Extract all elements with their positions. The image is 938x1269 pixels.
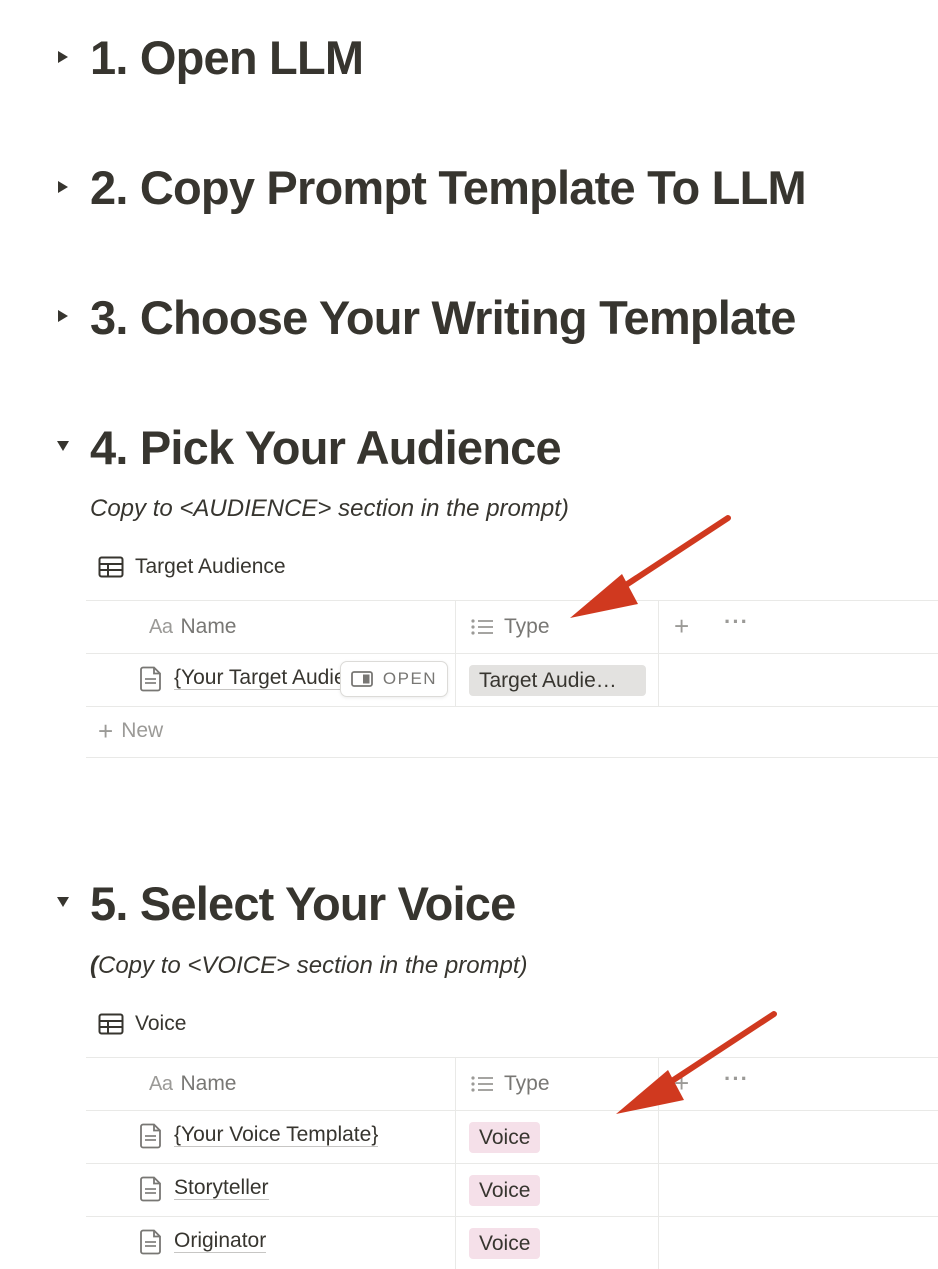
voice-database-title[interactable]: Voice	[98, 1012, 186, 1036]
table-header-row: Aa Name Type + ···	[86, 1057, 938, 1110]
audience-subtitle: Copy to <AUDIENCE> section in the prompt…	[90, 495, 569, 522]
add-property-button[interactable]: +	[674, 1068, 689, 1099]
new-button[interactable]: + New	[98, 716, 163, 746]
toggle-section-1[interactable]	[54, 48, 72, 66]
table-icon	[98, 1013, 124, 1035]
table-header-row: Aa Name Type + ···	[86, 600, 938, 653]
text-property-icon: Aa	[149, 1072, 173, 1095]
triangle-right-icon	[58, 51, 68, 63]
triangle-right-icon	[58, 310, 68, 322]
toggle-section-4[interactable]	[54, 437, 72, 455]
column-header-name[interactable]: Aa Name	[149, 615, 237, 639]
column-header-type[interactable]: Type	[470, 615, 550, 639]
text-property-icon: Aa	[149, 615, 173, 638]
table-row[interactable]: Storyteller Voice	[86, 1163, 938, 1216]
list-icon	[471, 619, 493, 635]
heading-section-2: 2. Copy Prompt Template To LLM	[90, 161, 807, 214]
audience-table: Aa Name Type + ··· {Your Target Audience…	[86, 600, 938, 758]
voice-subtitle: (Copy to <VOICE> section in the prompt)	[90, 952, 528, 979]
page-icon	[140, 1176, 161, 1202]
row-name[interactable]: Storyteller	[174, 1177, 269, 1200]
type-tag: Voice	[469, 1175, 541, 1206]
toggle-section-2[interactable]	[54, 178, 72, 196]
new-row: + New	[86, 706, 938, 758]
open-panel-icon	[351, 671, 373, 687]
toggle-section-3[interactable]	[54, 307, 72, 325]
column-header-name[interactable]: Aa Name	[149, 1072, 237, 1096]
page-icon	[140, 1123, 161, 1149]
triangle-right-icon	[58, 181, 68, 193]
type-tag: Voice	[469, 1228, 541, 1259]
heading-section-4: 4. Pick Your Audience	[90, 421, 562, 474]
page-icon	[140, 1229, 161, 1255]
table-row[interactable]: {Your Voice Template} Voice	[86, 1110, 938, 1163]
heading-section-3: 3. Choose Your Writing Template	[90, 291, 796, 344]
triangle-down-icon	[57, 441, 69, 451]
table-row[interactable]: Originator Voice	[86, 1216, 938, 1269]
column-header-type[interactable]: Type	[470, 1072, 550, 1096]
row-name[interactable]: {Your Target Audience}	[174, 667, 342, 690]
add-property-button[interactable]: +	[674, 611, 689, 642]
voice-table: Aa Name Type + ··· {Your Voice Template}…	[86, 1057, 938, 1269]
database-title-label: Voice	[135, 1012, 187, 1035]
triangle-down-icon	[57, 897, 69, 907]
table-row[interactable]: {Your Target Audience} OPEN Target Audie…	[86, 653, 938, 706]
page-icon	[140, 666, 161, 692]
heading-section-1: 1. Open LLM	[90, 31, 364, 84]
audience-database-title[interactable]: Target Audience	[98, 555, 286, 579]
toggle-section-5[interactable]	[54, 893, 72, 911]
type-tag: Voice	[469, 1122, 541, 1153]
heading-section-5: 5. Select Your Voice	[90, 877, 516, 930]
row-name[interactable]: {Your Voice Template}	[174, 1124, 379, 1147]
more-icon[interactable]: ···	[724, 609, 749, 635]
row-name[interactable]: Originator	[174, 1230, 267, 1253]
more-icon[interactable]: ···	[724, 1066, 749, 1092]
plus-icon: +	[98, 716, 114, 746]
table-icon	[98, 556, 124, 578]
type-tag: Target Audie…	[469, 665, 646, 696]
open-button[interactable]: OPEN	[340, 661, 448, 697]
list-icon	[471, 1076, 493, 1092]
database-title-label: Target Audience	[135, 555, 286, 578]
